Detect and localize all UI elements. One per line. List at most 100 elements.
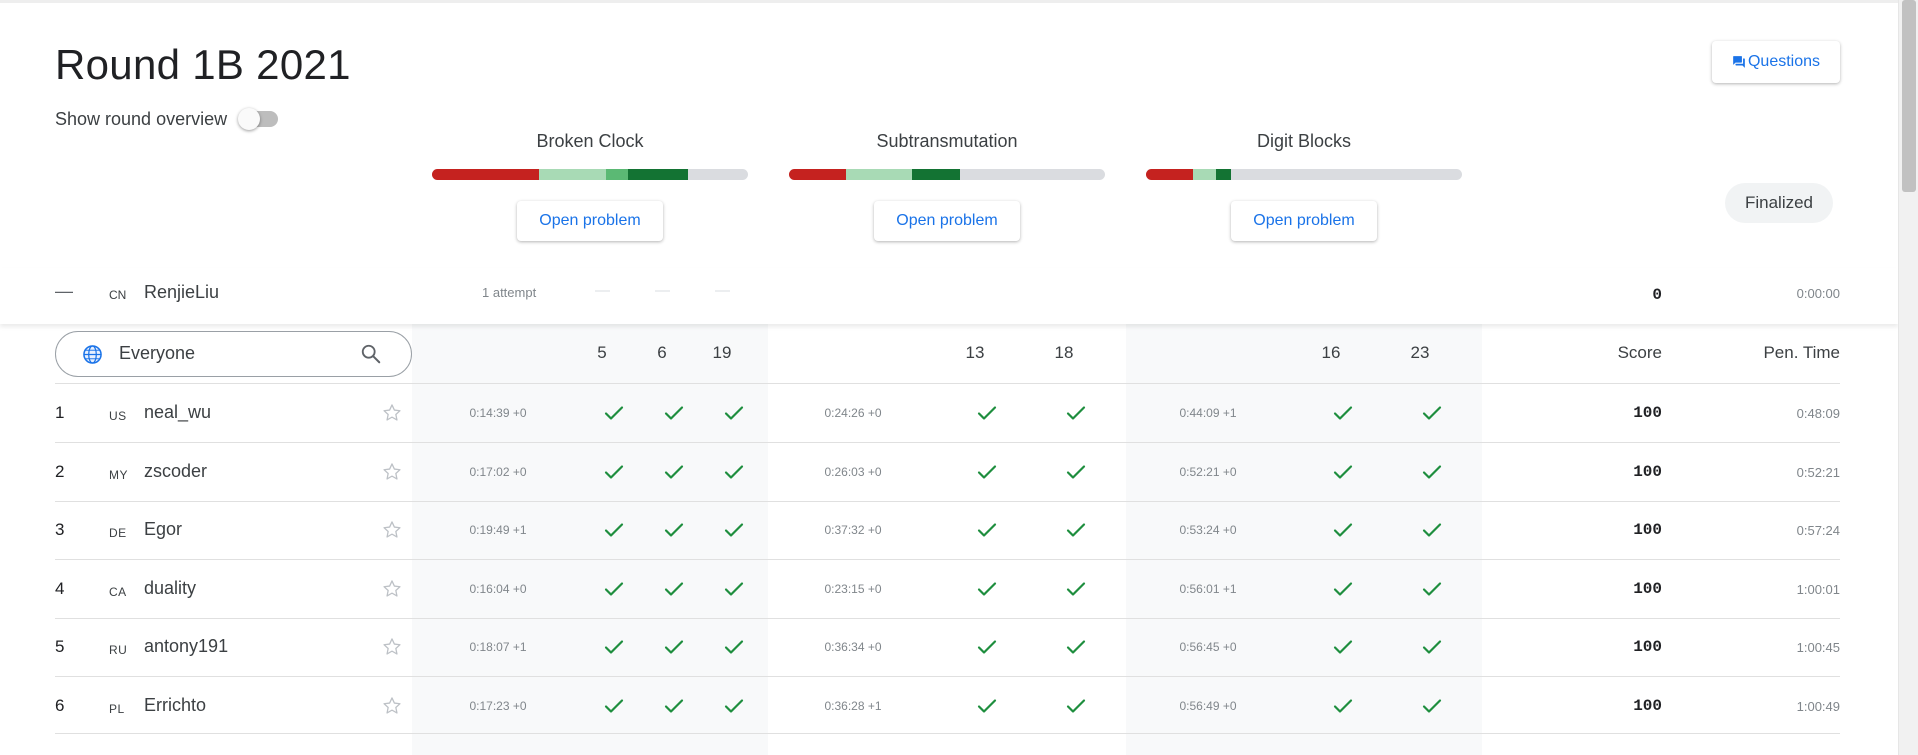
star-icon[interactable]	[381, 402, 403, 424]
progress-segment	[912, 169, 960, 180]
column-header-test-set: 5	[597, 343, 607, 362]
check-icon	[975, 694, 999, 718]
column-header-test-set: 6	[657, 343, 667, 362]
column-header-penalty-time[interactable]: Pen. Time	[1720, 343, 1840, 363]
problem-solve-time: 0:14:39 +0	[469, 406, 527, 420]
column-header-test-set: 23	[1410, 343, 1430, 362]
country-code: DE	[109, 526, 127, 540]
star-icon[interactable]	[381, 461, 403, 483]
check-icon	[1331, 401, 1355, 425]
check-icon	[1064, 518, 1088, 542]
toggle-knob[interactable]	[238, 108, 260, 130]
check-icon	[975, 577, 999, 601]
filter-value[interactable]: Everyone	[119, 343, 195, 364]
score: 100	[1633, 404, 1662, 422]
check-icon	[722, 635, 746, 659]
check-icon	[1331, 518, 1355, 542]
current-user-country: CN	[109, 288, 127, 302]
star-icon[interactable]	[381, 636, 403, 658]
check-icon	[602, 635, 626, 659]
scoreboard-page: Round 1B 2021 Show round overview Questi…	[0, 0, 1898, 755]
problem-solve-time: 0:44:09 +1	[1179, 406, 1237, 420]
rank: 4	[55, 578, 65, 598]
check-icon	[602, 460, 626, 484]
progress-segment	[605, 169, 628, 180]
country-code: MY	[109, 467, 128, 482]
check-icon	[602, 401, 626, 425]
check-icon	[1331, 577, 1355, 601]
problem-name: Digit Blocks	[1256, 131, 1352, 151]
page-title: Round 1B 2021	[55, 41, 351, 88]
open-problem-button[interactable]: Open problem	[874, 201, 1020, 241]
penalty-time: 0:57:24	[1796, 523, 1840, 538]
vertical-scrollbar[interactable]	[1898, 0, 1918, 755]
problem-card-digit-blocks: Digit Blocks Open problem	[1146, 131, 1462, 241]
country-code: PL	[109, 701, 125, 716]
check-icon	[1420, 460, 1444, 484]
progress-segment	[627, 169, 688, 180]
check-icon	[975, 635, 999, 659]
penalty-time: 1:00:49	[1796, 698, 1840, 714]
table-row: 1 US neal_wu 0:14:39 +0 0:24:26 +0 0:44:09 +1…	[0, 384, 1898, 442]
problem-solve-time: 0:36:34 +0	[824, 640, 882, 654]
progress-segment	[432, 169, 540, 180]
check-icon	[1420, 401, 1444, 425]
star-icon[interactable]	[381, 695, 403, 717]
rank: 5	[55, 637, 65, 656]
check-icon	[722, 577, 746, 601]
problem-card-broken-clock: Broken Clock Open problem	[432, 131, 748, 241]
table-row: 2 MY zscoder 0:17:02 +0 0:26:03 +0 0:52:21 +0…	[0, 443, 1898, 501]
problem-solve-time: 0:56:01 +1	[1179, 581, 1237, 596]
current-user-name[interactable]: RenjieLiu	[144, 282, 219, 303]
check-icon	[975, 518, 999, 542]
open-problem-button[interactable]: Open problem	[1231, 201, 1377, 241]
column-header-test-set: 16	[1321, 343, 1341, 362]
country-code: RU	[109, 643, 128, 657]
check-icon	[1331, 694, 1355, 718]
round-overview-label: Show round overview	[55, 109, 228, 129]
questions-button-label[interactable]: Questions	[1748, 53, 1820, 71]
table-row: 3 DE Egor 0:19:49 +1 0:37:32 +0 0:53:24 +0 100…	[0, 501, 1898, 559]
rank: 1	[55, 403, 65, 422]
check-icon	[1064, 694, 1088, 718]
table-row: 6 PL Errichto 0:17:23 +0 0:36:28 +1 0:56:49 +…	[0, 677, 1898, 735]
problem-solve-time: 0:16:04 +0	[469, 581, 527, 596]
current-user-penalty-time: 0:00:00	[1796, 286, 1840, 301]
star-icon[interactable]	[381, 578, 403, 600]
check-icon	[662, 635, 686, 659]
username[interactable]: Egor	[144, 519, 182, 540]
search-icon[interactable]	[360, 343, 382, 365]
penalty-time: 1:00:01	[1796, 581, 1840, 597]
globe-icon	[83, 345, 102, 364]
round-overview-toggle[interactable]	[238, 108, 278, 130]
username[interactable]: zscoder	[144, 461, 207, 482]
problem-solve-time: 0:19:49 +1	[469, 523, 527, 537]
status-badge: Finalized	[1725, 183, 1833, 223]
problem-solve-time: 0:26:03 +0	[824, 464, 882, 479]
country-code: US	[109, 409, 127, 423]
check-icon	[662, 460, 686, 484]
column-header-score[interactable]: Score	[1542, 343, 1662, 363]
username[interactable]: neal_wu	[144, 402, 211, 423]
problem-solve-time: 0:24:26 +0	[824, 406, 882, 420]
questions-button[interactable]: Questions	[1712, 41, 1840, 83]
check-icon	[1420, 635, 1444, 659]
scrollbar-thumb[interactable]	[1902, 0, 1916, 192]
star-icon[interactable]	[381, 519, 403, 541]
score: 100	[1633, 638, 1662, 656]
check-icon	[662, 577, 686, 601]
username[interactable]: duality	[144, 578, 196, 599]
rank: 3	[55, 520, 65, 539]
rank: 2	[55, 461, 65, 481]
participant-filter[interactable]: Everyone	[55, 331, 412, 377]
test-set-placeholder: —	[595, 282, 610, 299]
check-icon	[662, 401, 686, 425]
problem-card-subtransmutation: Subtransmutation Open problem	[789, 131, 1105, 241]
problem-solve-time: 0:17:02 +0	[469, 464, 527, 479]
check-icon	[1331, 460, 1355, 484]
open-problem-button[interactable]: Open problem	[517, 201, 663, 241]
current-user-attempts: 1 attempt	[482, 285, 537, 300]
username[interactable]: antony191	[144, 636, 228, 657]
username[interactable]: Errichto	[144, 695, 206, 716]
problem-progress-bar	[432, 169, 748, 180]
